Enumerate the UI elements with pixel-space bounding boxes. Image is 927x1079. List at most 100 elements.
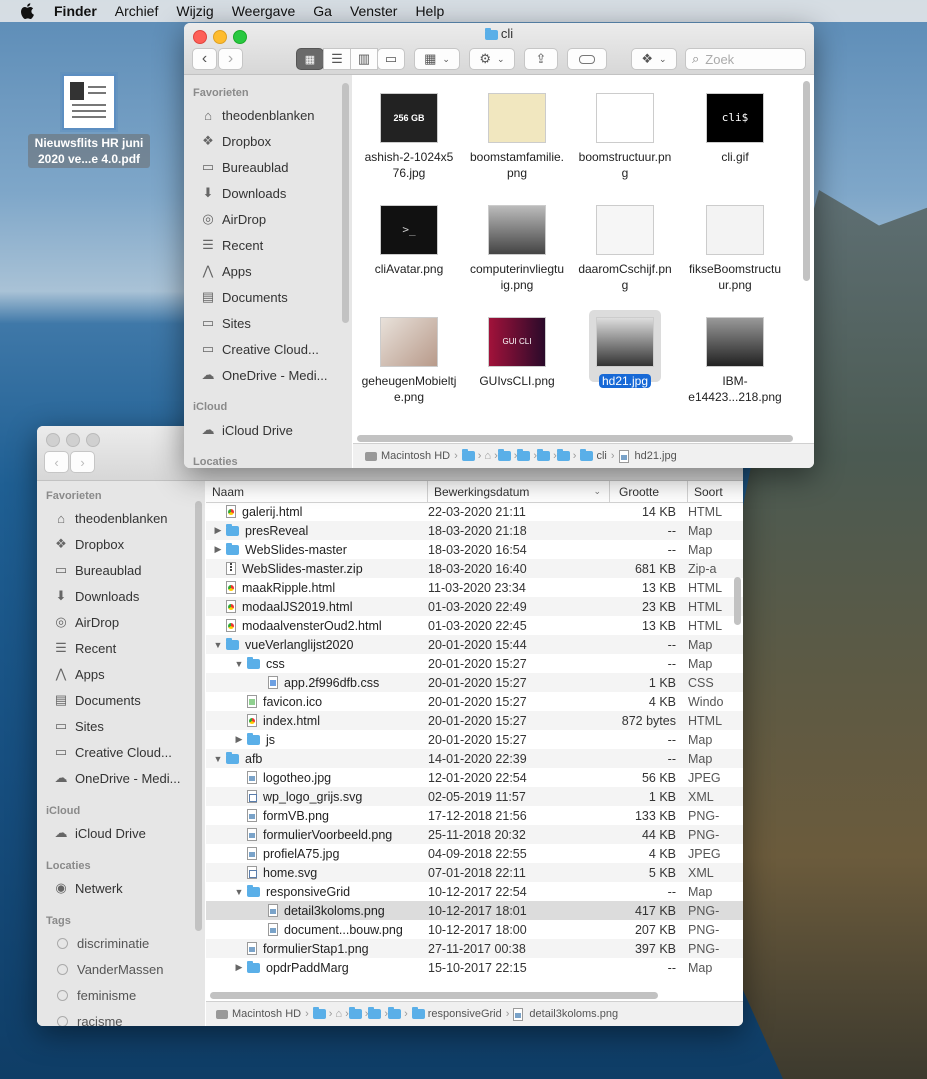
desktop-file-pdf[interactable]: Nieuwsflits HR juni 2020 ve...e 4.0.pdf (28, 74, 150, 168)
share-button[interactable]: ⇪ (524, 48, 558, 70)
sidebar-item-downloads[interactable]: ⬇ Downloads (53, 585, 140, 607)
minimize-button[interactable] (66, 433, 80, 447)
view-list-button[interactable]: ☰ (323, 48, 351, 70)
view-columns-button[interactable]: ▥ (350, 48, 378, 70)
file-item-fikseboomstructuur-png[interactable]: fikseBoomstructu ur.png (683, 205, 787, 293)
table-row[interactable]: formulierStap1.png 27-11-2017 00:38 397 KB… (206, 939, 743, 958)
tags-button[interactable] (567, 48, 607, 70)
action-button[interactable]: ⚙ ⌄ (469, 48, 515, 70)
table-row[interactable]: ▼ afb 14-01-2020 22:39 -- Map (206, 749, 743, 768)
sidebar-item-documents[interactable]: ▤ Documents (53, 689, 141, 711)
sidebar-item-netwerk[interactable]: ◉ Netwerk (53, 877, 122, 899)
table-row[interactable]: modaalvensterOud2.html 01-03-2020 22:45 13… (206, 616, 743, 635)
sidebar-item-onedrive-medi[interactable]: ☁ OneDrive - Medi... (53, 767, 181, 789)
table-row[interactable]: modaalJS2019.html 01-03-2020 22:49 23 KB HT… (206, 597, 743, 616)
sidebar-item-airdrop[interactable]: ◎ AirDrop (200, 208, 266, 230)
view-gallery-button[interactable]: ▭ (377, 48, 405, 70)
sidebar-item-dropbox[interactable]: ❖ Dropbox (53, 533, 124, 555)
path-collapsed-segments[interactable]: › ⌂ › › › › (312, 1007, 408, 1020)
sidebar-item-theodenblanken[interactable]: ⌂ theodenblanken (53, 507, 167, 529)
table-row[interactable]: ▶ presReveal 18-03-2020 21:18 -- Map (206, 521, 743, 540)
icon-scrollbar-horizontal[interactable] (357, 435, 793, 442)
disclosure-open-icon[interactable]: ▼ (233, 887, 245, 897)
sidebar-item-bureaublad[interactable]: ▭ Bureaublad (200, 156, 289, 178)
sidebar-tag-vandermassen[interactable]: VanderMassen (57, 958, 163, 980)
file-item-computerinvliegtuig-png[interactable]: computerinvliegtu ig.png (465, 205, 569, 293)
file-item-cli-gif[interactable]: cli$ cli.gif (683, 93, 787, 165)
path-segment-file[interactable]: detail3koloms.png (513, 1007, 618, 1021)
table-row[interactable]: formVB.png 17-12-2018 21:56 133 KB PNG- (206, 806, 743, 825)
table-row[interactable]: index.html 20-01-2020 15:27 872 bytes HTML (206, 711, 743, 730)
menu-weergave[interactable]: Weergave (232, 3, 296, 19)
path-segment-disk[interactable]: Macintosh HD (216, 1008, 301, 1020)
back-button[interactable]: ‹ (44, 451, 69, 473)
disclosure-closed-icon[interactable]: ▶ (233, 734, 245, 745)
sidebar-tag-feminisme[interactable]: feminisme (57, 984, 136, 1006)
file-item-geheugenmobieltje-png[interactable]: geheugenMobieltj e.png (357, 317, 461, 405)
table-row[interactable]: profielA75.jpg 04-09-2018 22:55 4 KB JPEG (206, 844, 743, 863)
disclosure-open-icon[interactable]: ▼ (233, 659, 245, 669)
file-item-hd21-jpg[interactable]: hd21.jpg (573, 317, 677, 389)
apple-menu-icon[interactable] (18, 2, 36, 20)
column-header-date[interactable]: Bewerkingsdatum ⌄ (428, 481, 610, 502)
sidebar-item-recent[interactable]: ☰ Recent (53, 637, 116, 659)
menu-archief[interactable]: Archief (115, 3, 159, 19)
table-row[interactable]: ▼ responsiveGrid 10-12-2017 22:54 -- Map (206, 882, 743, 901)
menu-finder[interactable]: Finder (54, 3, 97, 19)
sidebar-item-recent[interactable]: ☰ Recent (200, 234, 263, 256)
back-button[interactable]: ‹ (192, 48, 217, 70)
file-item-ibm-e14423-218-png[interactable]: IBM-e14423...218.png (683, 317, 787, 405)
disclosure-open-icon[interactable]: ▼ (212, 640, 224, 650)
table-row[interactable]: ▼ css 20-01-2020 15:27 -- Map (206, 654, 743, 673)
column-header-name[interactable]: Naam (206, 481, 428, 502)
zoom-button[interactable] (86, 433, 100, 447)
icon-scrollbar-vertical[interactable] (803, 81, 810, 281)
menu-venster[interactable]: Venster (350, 3, 397, 19)
sidebar-scrollbar[interactable] (195, 501, 202, 931)
table-row[interactable]: logotheo.jpg 12-01-2020 22:54 56 KB JPEG (206, 768, 743, 787)
file-item-guivscli-png[interactable]: GUI CLI GUIvsCLI.png (465, 317, 569, 389)
column-header-size[interactable]: Grootte (610, 481, 688, 502)
disclosure-open-icon[interactable]: ▼ (212, 754, 224, 764)
sidebar-item-apps[interactable]: ⋀ Apps (200, 260, 252, 282)
sidebar-item-dropbox[interactable]: ❖ Dropbox (200, 130, 271, 152)
sidebar-item-downloads[interactable]: ⬇ Downloads (200, 182, 287, 204)
sidebar-item-icloud-drive[interactable]: ☁ iCloud Drive (200, 419, 293, 441)
sidebar-item-creative-cloud[interactable]: ▭ Creative Cloud... (53, 741, 172, 763)
menu-ga[interactable]: Ga (313, 3, 332, 19)
file-item-ashish-2-1024x576-jpg[interactable]: 256 GB ashish-2-1024x5 76.jpg (357, 93, 461, 181)
table-row[interactable]: ▼ vueVerlanglijst2020 20-01-2020 15:44 -- Ma… (206, 635, 743, 654)
path-segment-file[interactable]: hd21.jpg (618, 449, 677, 463)
path-collapsed-segments[interactable]: › ⌂ › › › › › (461, 449, 576, 462)
sidebar-tag-racisme[interactable]: racisme (57, 1010, 123, 1026)
file-item-cliavatar-png[interactable]: >_ cliAvatar.png (357, 205, 461, 277)
sidebar-item-icloud-drive[interactable]: ☁ iCloud Drive (53, 822, 146, 844)
table-row[interactable]: formulierVoorbeeld.png 25-11-2018 20:32 44… (206, 825, 743, 844)
file-item-daaromcschijf-png[interactable]: daaromCschijf.pn g (573, 205, 677, 293)
table-row[interactable]: wp_logo_grijs.svg 02-05-2019 11:57 1 KB XML (206, 787, 743, 806)
sidebar-item-sites[interactable]: ▭ Sites (53, 715, 104, 737)
sidebar-item-theodenblanken[interactable]: ⌂ theodenblanken (200, 104, 314, 126)
sidebar-item-sites[interactable]: ▭ Sites (200, 312, 251, 334)
list-scrollbar-vertical[interactable] (734, 577, 741, 625)
sidebar-scrollbar[interactable] (342, 83, 349, 323)
disclosure-closed-icon[interactable]: ▶ (233, 962, 245, 973)
column-header-kind[interactable]: Soort (688, 481, 743, 502)
disclosure-closed-icon[interactable]: ▶ (212, 525, 224, 536)
path-segment-disk[interactable]: Macintosh HD (365, 450, 450, 462)
forward-button[interactable]: › (70, 451, 95, 473)
list-scrollbar-horizontal[interactable] (210, 992, 658, 999)
sidebar-tag-discriminatie[interactable]: discriminatie (57, 932, 149, 954)
forward-button[interactable]: › (218, 48, 243, 70)
sidebar-item-documents[interactable]: ▤ Documents (200, 286, 288, 308)
sidebar-item-apps[interactable]: ⋀ Apps (53, 663, 105, 685)
table-row[interactable]: galerij.html 22-03-2020 21:11 14 KB HTML (206, 502, 743, 521)
menu-help[interactable]: Help (415, 3, 444, 19)
dropbox-button[interactable]: ❖ ⌄ (631, 48, 677, 70)
table-row[interactable]: detail3koloms.png 10-12-2017 18:01 417 KB P… (206, 901, 743, 920)
sidebar-item-onedrive-medi[interactable]: ☁ OneDrive - Medi... (200, 364, 328, 386)
file-item-boomstamfamilie-png[interactable]: boomstamfamilie. png (465, 93, 569, 181)
table-row[interactable]: home.svg 07-01-2018 22:11 5 KB XML (206, 863, 743, 882)
disclosure-closed-icon[interactable]: ▶ (212, 544, 224, 555)
menu-wijzig[interactable]: Wijzig (176, 3, 213, 19)
